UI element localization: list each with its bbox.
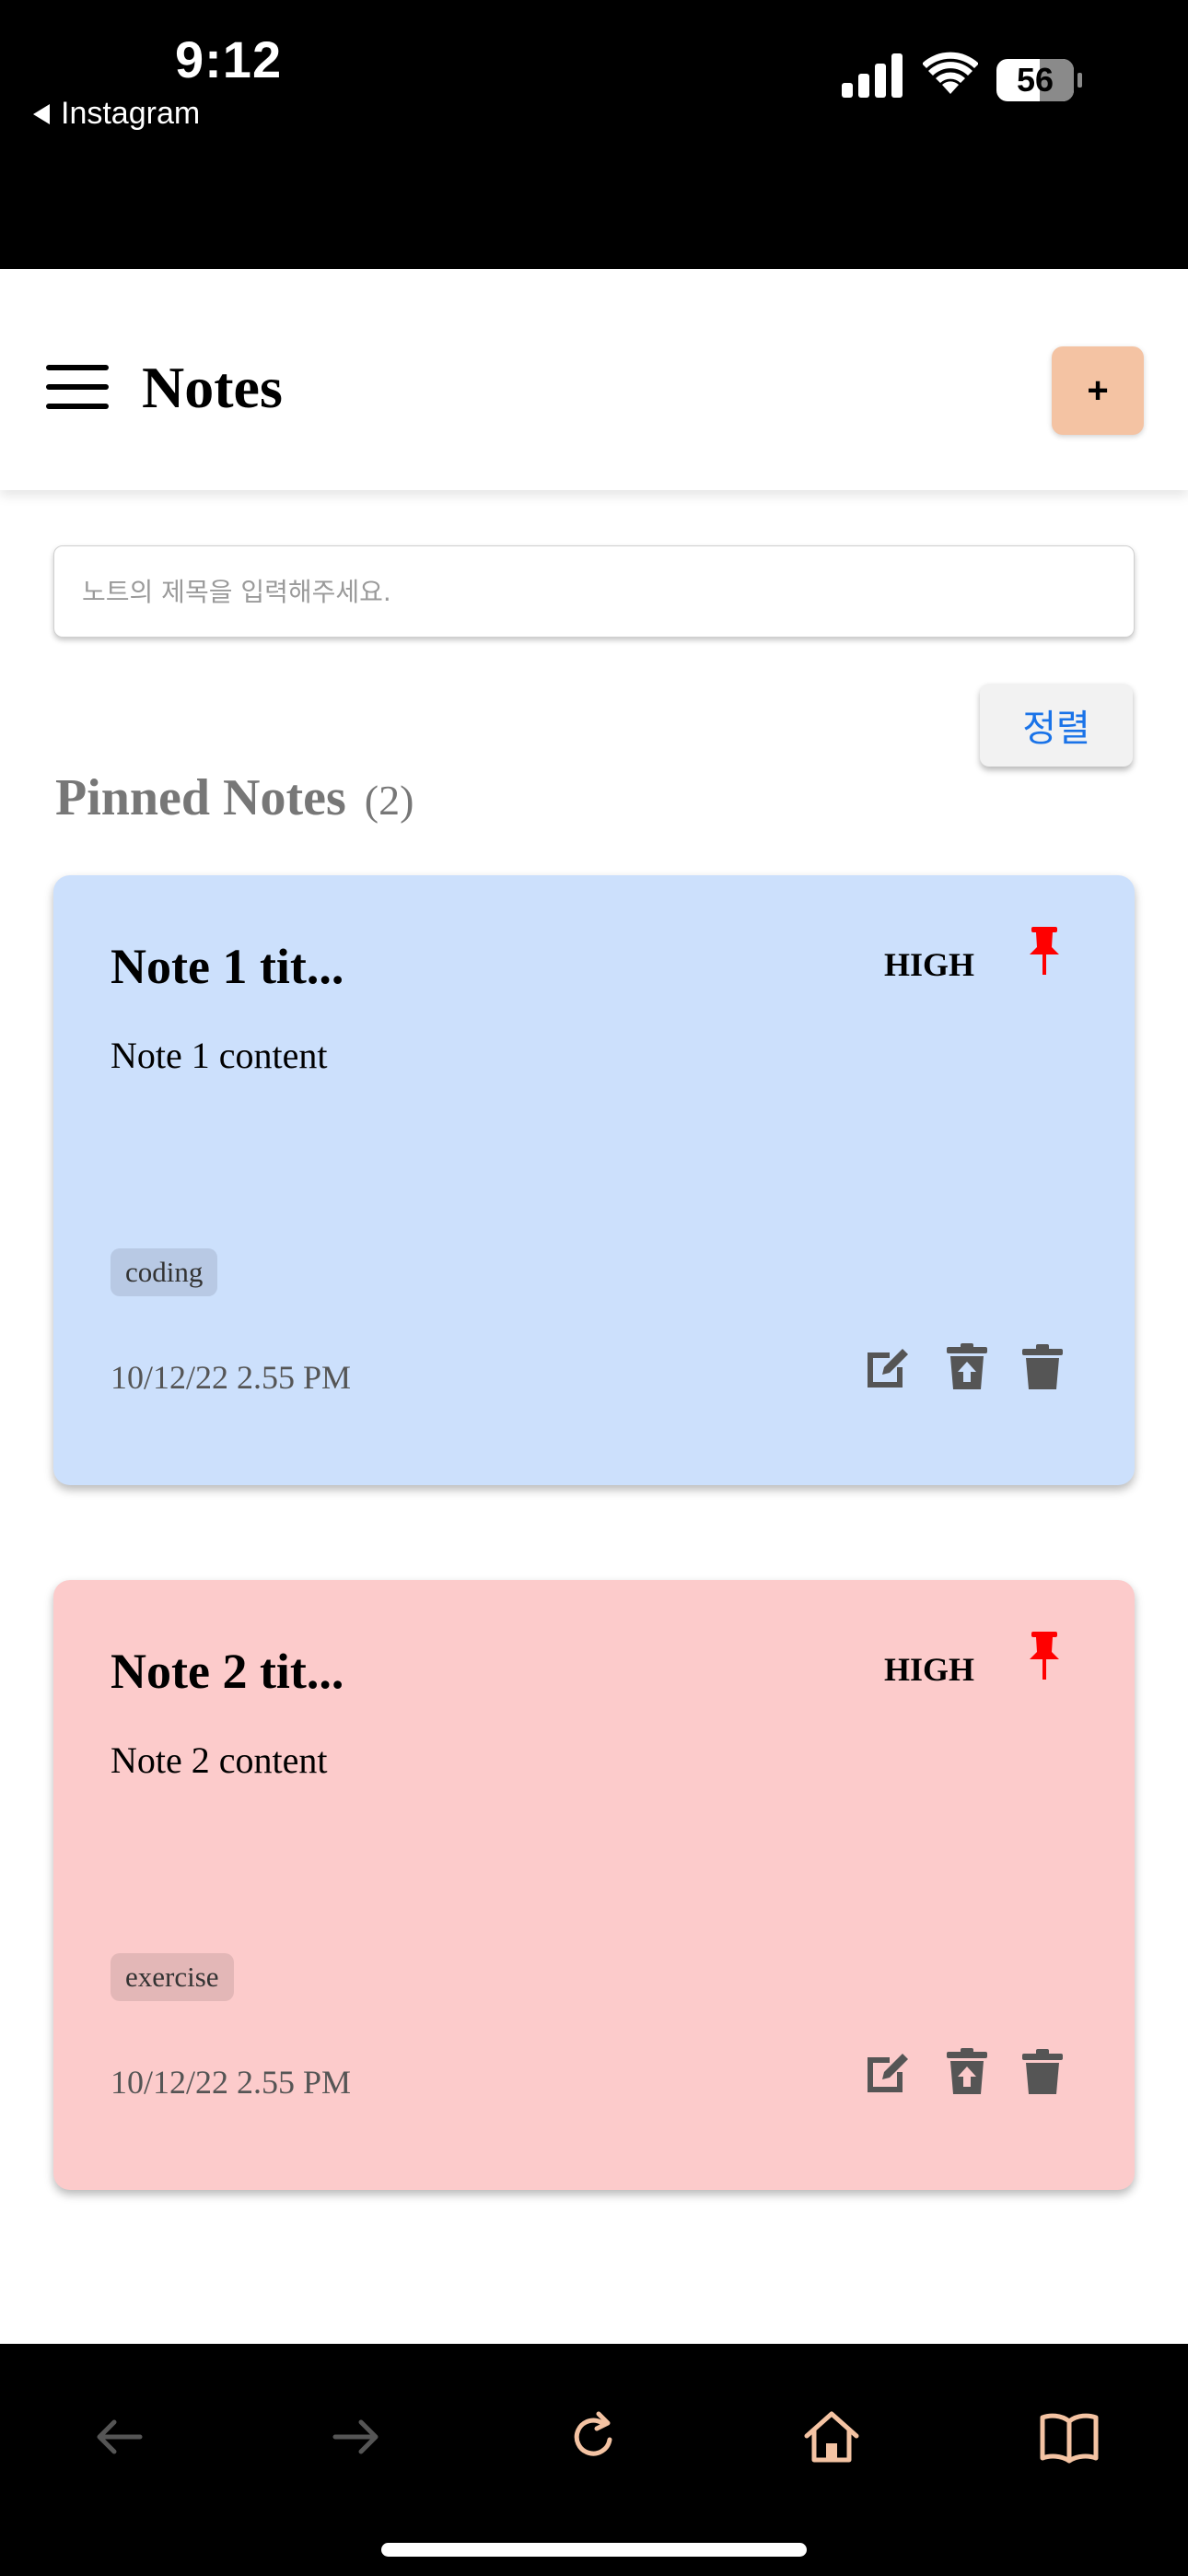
back-to-app-link[interactable]: Instagram: [33, 96, 200, 132]
pinned-notes-label: Pinned Notes: [55, 769, 346, 826]
hamburger-menu-icon[interactable]: [46, 365, 109, 409]
home-indicator: [381, 2543, 807, 2557]
battery-level: 56: [1016, 61, 1054, 99]
sort-button[interactable]: 정렬: [980, 684, 1133, 767]
forward-arrow-icon[interactable]: [324, 2405, 389, 2469]
archive-icon[interactable]: [943, 2048, 991, 2096]
note-date: 10/12/22 2.55 PM: [111, 1359, 352, 1396]
note-title: Note 2 tit...: [111, 1644, 344, 1699]
status-bar: 9:12 Instagram 56: [0, 0, 1188, 269]
note-tag[interactable]: exercise: [111, 1953, 234, 2001]
edit-icon[interactable]: [864, 2048, 912, 2096]
browser-toolbar: [0, 2344, 1188, 2576]
note-title: Note 1 tit...: [111, 939, 344, 994]
note-card[interactable]: Note 2 tit... HIGH Note 2 content exerci…: [53, 1580, 1135, 2190]
edit-icon[interactable]: [864, 1343, 912, 1391]
note-priority: HIGH: [884, 1651, 975, 1688]
pinned-notes-heading: Pinned Notes (2): [55, 768, 413, 827]
pushpin-icon[interactable]: [1024, 1630, 1065, 1681]
book-icon[interactable]: [1037, 2405, 1101, 2469]
note-priority: HIGH: [884, 946, 975, 983]
status-time: 9:12: [175, 30, 283, 88]
search-input[interactable]: [53, 545, 1135, 638]
archive-icon[interactable]: [943, 1343, 991, 1391]
trash-icon[interactable]: [1019, 2048, 1066, 2096]
note-tag[interactable]: coding: [111, 1248, 218, 1296]
app-header: Notes +: [0, 269, 1188, 490]
home-icon[interactable]: [799, 2405, 864, 2469]
page-title: Notes: [142, 355, 283, 420]
cellular-signal-icon: [842, 53, 903, 98]
back-arrow-icon[interactable]: [87, 2405, 151, 2469]
add-note-button[interactable]: +: [1052, 346, 1144, 435]
trash-icon[interactable]: [1019, 1343, 1066, 1391]
note-card[interactable]: Note 1 tit... HIGH Note 1 content coding…: [53, 875, 1135, 1485]
note-date: 10/12/22 2.55 PM: [111, 2064, 352, 2101]
wifi-icon: [923, 52, 978, 94]
pinned-notes-count: (2): [364, 777, 414, 824]
pushpin-icon[interactable]: [1024, 925, 1065, 977]
note-content: Note 1 content: [111, 1035, 328, 1076]
note-content: Note 2 content: [111, 1739, 328, 1781]
back-triangle-icon: [33, 103, 50, 124]
reload-icon[interactable]: [562, 2405, 626, 2469]
back-app-label: Instagram: [61, 96, 201, 131]
